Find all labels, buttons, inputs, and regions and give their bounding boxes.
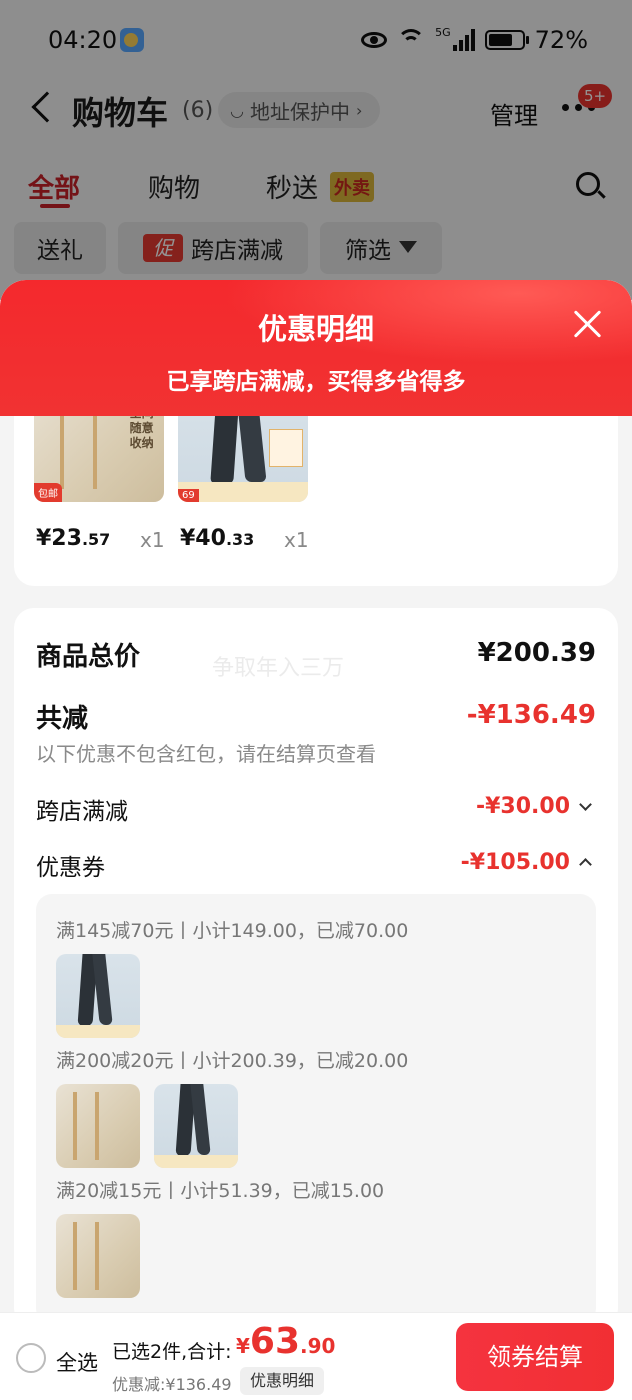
coupon-line: 满145减70元丨小计149.00，已减70.00 bbox=[56, 920, 409, 942]
price-strip-graphic bbox=[56, 1024, 140, 1038]
selected-summary: 已选2件,合计: bbox=[112, 1341, 232, 1363]
product-quantity: x1 bbox=[140, 528, 165, 552]
sheet-header: 优惠明细 已享跨店满减，买得多省得多 bbox=[0, 280, 632, 416]
coupon-line: 满200减20元丨小计200.39，已减20.00 bbox=[56, 1050, 409, 1072]
total-amount: ¥63.90 bbox=[236, 1321, 336, 1362]
sheet-subtitle: 已享跨店满减，买得多省得多 bbox=[166, 369, 466, 395]
discount-detail-button[interactable]: 优惠明细 bbox=[240, 1367, 325, 1395]
coupon-product-pants bbox=[56, 954, 140, 1038]
total-price-value: ¥200.39 bbox=[477, 638, 596, 668]
total-reduce-value: -¥136.49 bbox=[466, 700, 596, 730]
price-summary-card: 争取年入三万 商品总价 ¥200.39 共减 -¥136.49 以下优惠不包含红… bbox=[14, 608, 618, 1328]
price-tag: 69 bbox=[178, 489, 199, 502]
coupon-product-shelf bbox=[56, 1084, 140, 1168]
select-all-radio[interactable] bbox=[16, 1343, 46, 1373]
modal-overlay[interactable] bbox=[0, 0, 632, 300]
coupon-product-shelf bbox=[56, 1214, 140, 1298]
checkout-bar: 全选 已选2件,合计: ¥63.90 优惠减:¥136.49 优惠明细 领券结算 bbox=[0, 1312, 632, 1400]
total-price-label: 商品总价 bbox=[36, 642, 141, 672]
product-price: ¥23.57 bbox=[36, 526, 111, 551]
sheet-title: 优惠明细 bbox=[257, 312, 374, 346]
cross-store-value[interactable]: -¥30.00 bbox=[476, 794, 570, 819]
product-price: ¥40.33 bbox=[180, 526, 255, 551]
chevron-up-icon[interactable] bbox=[579, 858, 592, 871]
coupon-label: 优惠券 bbox=[36, 855, 105, 881]
checkout-button[interactable]: 领券结算 bbox=[456, 1323, 614, 1391]
coupon-product-pants bbox=[154, 1084, 238, 1168]
discount-detail-sheet: 优惠明细 已享跨店满减，买得多省得多 不占空间随意收纳 包邮 ¥23.57 x1… bbox=[0, 280, 632, 1400]
close-icon[interactable] bbox=[572, 308, 604, 340]
cross-store-label: 跨店满减 bbox=[36, 799, 128, 825]
select-all-label[interactable]: 全选 bbox=[56, 1347, 98, 1377]
promo-card-graphic bbox=[269, 428, 303, 467]
coupon-breakdown: 满145减70元丨小计149.00，已减70.00 满200减20元丨小计200… bbox=[36, 894, 596, 1324]
chevron-down-icon[interactable] bbox=[579, 798, 592, 811]
free-shipping-tag: 包邮 bbox=[34, 483, 62, 502]
price-strip-graphic bbox=[154, 1154, 238, 1168]
total-reduce-label: 共减 bbox=[36, 704, 89, 734]
product-quantity: x1 bbox=[284, 528, 309, 552]
coupon-line: 满20减15元丨小计51.39，已减15.00 bbox=[56, 1180, 385, 1202]
discount-note: 以下优惠不包含红包，请在结算页查看 bbox=[36, 742, 376, 766]
watermark: 争取年入三万 bbox=[212, 656, 345, 681]
coupon-value[interactable]: -¥105.00 bbox=[461, 850, 570, 875]
discount-amount: 优惠减:¥136.49 bbox=[112, 1375, 232, 1394]
